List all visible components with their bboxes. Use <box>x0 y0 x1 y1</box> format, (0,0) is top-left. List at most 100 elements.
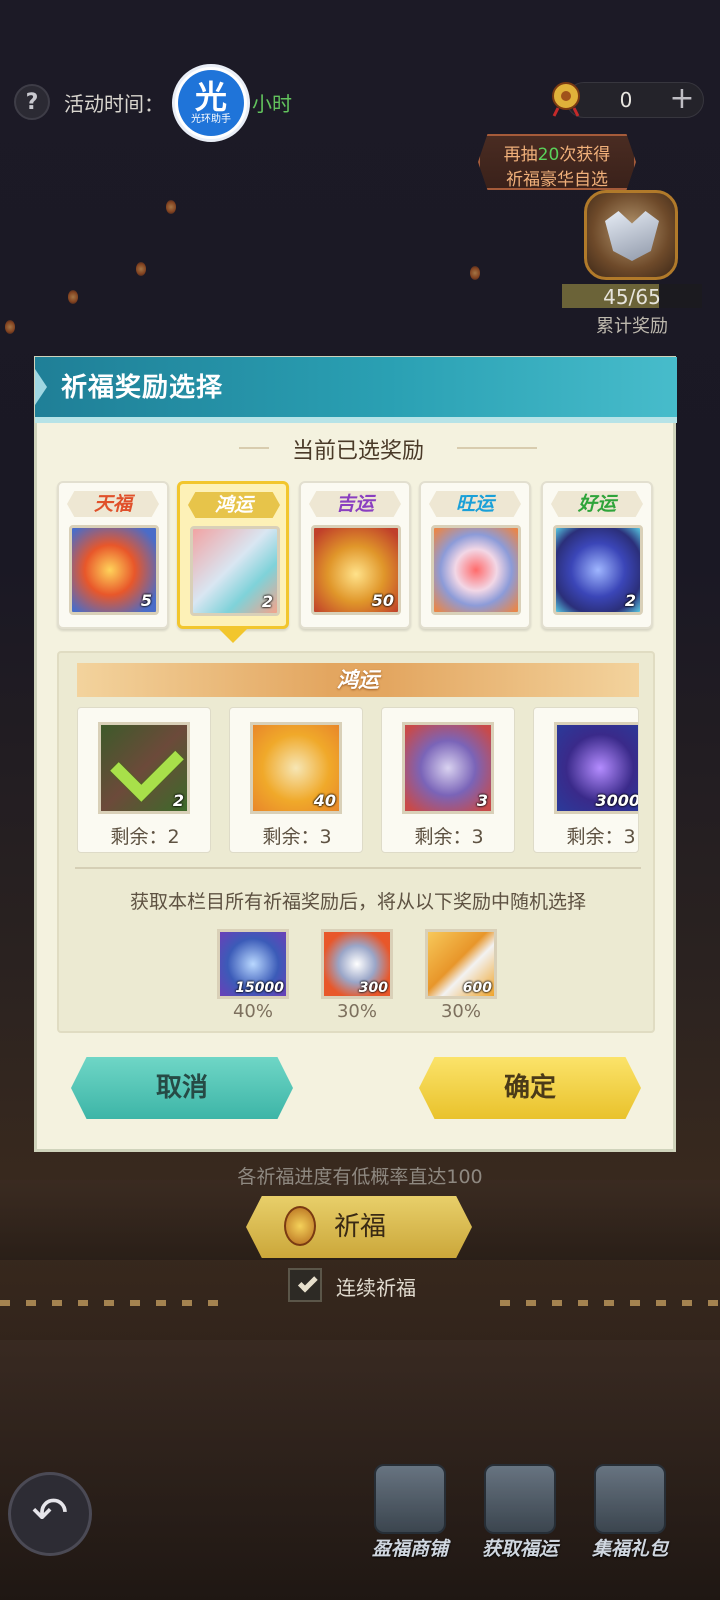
confirm-button[interactable]: 确定 <box>419 1057 641 1119</box>
tier-card-wangyun[interactable]: 旺运 <box>419 481 531 629</box>
bg-lantern <box>470 266 480 280</box>
pool-item[interactable]: 40 剩余：3 <box>229 707 363 853</box>
random-reward-note: 获取本栏目所有祈福奖励后，将从以下奖励中随机选择 <box>129 891 586 913</box>
add-currency-button[interactable]: + <box>666 84 698 116</box>
blue-crystal-icon[interactable]: 15000 <box>217 929 289 999</box>
reward-selection-dialog: 祈福奖励选择 当前已选奖励 天福 5 鸿运 2 吉运 50 旺运 好运 2 鸿运… <box>34 356 677 1152</box>
divider <box>457 447 537 449</box>
chevron-right-icon <box>35 369 47 405</box>
silver-blade-icon[interactable]: 600 <box>425 929 497 999</box>
axe-claimed-icon: 2 <box>98 722 190 814</box>
continuous-pray-checkbox[interactable] <box>288 1268 322 1302</box>
event-time-value: 小时 <box>252 92 292 116</box>
event-time-label: 活动时间： <box>64 92 164 116</box>
current-selected-label: 当前已选奖励 <box>291 439 424 464</box>
pray-button[interactable]: 祈福 <box>246 1196 472 1258</box>
mask-reward-icon <box>605 211 659 261</box>
dialog-header: 祈福奖励选择 <box>35 357 677 423</box>
gift-box-icon <box>594 1464 666 1534</box>
bg-lantern <box>136 262 146 276</box>
check-icon <box>297 1272 318 1293</box>
pool-remaining: 剩余：2 <box>110 826 180 848</box>
nav-gift-pack[interactable]: 集福礼包 <box>580 1464 680 1574</box>
tier-label: 天福 <box>67 491 159 517</box>
tier-count: 50 <box>371 591 394 610</box>
banner-count: 20 <box>537 145 560 165</box>
selection-pointer <box>219 629 247 643</box>
nav-label: 获取福运 <box>481 1538 558 1560</box>
tier-label: 旺运 <box>429 491 521 517</box>
tier-card-jiyun[interactable]: 吉运 50 <box>299 481 411 629</box>
probability-note: 各祈福进度有低概率直达100 <box>237 1166 483 1188</box>
tier-card-haoyun[interactable]: 好运 2 <box>541 481 653 629</box>
pool-remaining: 剩余：3 <box>566 826 636 848</box>
nav-get-fortune[interactable]: 获取福运 <box>470 1464 570 1574</box>
cumulative-reward-button[interactable] <box>584 190 678 280</box>
bg-lantern <box>166 200 176 214</box>
pray-label: 祈福 <box>334 1212 387 1242</box>
currency-value: 0 <box>619 88 633 112</box>
tier-label: 好运 <box>551 491 643 517</box>
continuous-pray-label: 连续祈福 <box>336 1276 416 1300</box>
random-count: 600 <box>462 980 492 996</box>
golden-pedestal-icon: 40 <box>250 722 342 814</box>
pool-count: 3 <box>476 791 488 810</box>
tier-label: 吉运 <box>309 491 401 517</box>
nav-label: 集福礼包 <box>591 1538 668 1560</box>
cumulative-reward-label: 累计奖励 <box>596 316 668 337</box>
tier-count: 2 <box>624 591 636 610</box>
watermark-logo: 光 光环助手 <box>172 64 250 142</box>
nav-shop[interactable]: 盈福商铺 <box>360 1464 460 1574</box>
pool-item[interactable]: 2 剩余：2 <box>77 707 211 853</box>
dialog-title: 祈福奖励选择 <box>61 373 224 403</box>
pool-remaining: 剩余：3 <box>262 826 332 848</box>
tier-label: 鸿运 <box>188 492 280 518</box>
tier-count: 5 <box>140 591 152 610</box>
random-percent: 30% <box>440 1001 481 1022</box>
tier-count: 2 <box>261 592 273 611</box>
pool-item[interactable]: 3000 剩余：3 <box>533 707 639 853</box>
cumulative-progress-text: 45/65 <box>603 285 661 309</box>
pool-item[interactable]: 3 剩余：3 <box>381 707 515 853</box>
pool-count: 2 <box>172 791 184 810</box>
pool-header: 鸿运 <box>77 663 639 697</box>
bg-lights <box>0 1300 220 1306</box>
silver-star-icon[interactable]: 300 <box>321 929 393 999</box>
pool-remaining: 剩余：3 <box>414 826 484 848</box>
gem-box-icon <box>431 525 521 615</box>
coin-charm-icon <box>284 1206 316 1246</box>
watermark-text: 光环助手 <box>191 114 231 125</box>
random-count: 300 <box>358 980 388 996</box>
tier-card-hongyun[interactable]: 鸿运 2 <box>177 481 289 629</box>
purple-star-icon: 3 <box>402 722 494 814</box>
back-arrow-icon: ↶ <box>31 1488 69 1539</box>
draw-reward-banner: 再抽20次获得 祈福豪华自选 <box>478 134 636 190</box>
tier-card-tianfu[interactable]: 天福 5 <box>57 481 169 629</box>
bg-lantern <box>68 290 78 304</box>
coin-charm-icon <box>552 82 580 117</box>
shop-chest-icon <box>374 1464 446 1534</box>
random-count: 15000 <box>235 980 284 996</box>
question-mark-icon: ? <box>25 89 39 115</box>
divider <box>75 867 641 869</box>
banner-prefix: 再抽 <box>503 145 538 165</box>
help-button[interactable]: ? <box>14 84 50 120</box>
nav-label: 盈福商铺 <box>371 1538 448 1560</box>
random-percent: 40% <box>232 1001 273 1022</box>
cancel-button[interactable]: 取消 <box>71 1057 293 1119</box>
watermark-char: 光 <box>194 78 227 116</box>
bg-lantern <box>5 320 15 334</box>
axe-weapon-icon: 2 <box>190 526 280 616</box>
pool-count: 3000 <box>595 791 639 810</box>
fire-creature-icon: 5 <box>69 525 159 615</box>
pool-count: 40 <box>313 791 336 810</box>
random-percent: 30% <box>336 1001 377 1022</box>
hex-crystal-icon: 2 <box>553 525 643 615</box>
reward-pool-panel: 鸿运 2 剩余：2 40 剩余：3 3 剩余：3 3000 剩余：3 获取本栏目… <box>57 651 655 1033</box>
banner-suffix: 次获得 <box>559 145 611 165</box>
golden-armor-icon: 50 <box>311 525 401 615</box>
banner-line2: 祈福豪华自选 <box>506 170 608 190</box>
back-button[interactable]: ↶ <box>8 1472 92 1556</box>
purple-scroll-icon: 3000 <box>554 722 639 814</box>
bg-lights <box>500 1300 720 1306</box>
